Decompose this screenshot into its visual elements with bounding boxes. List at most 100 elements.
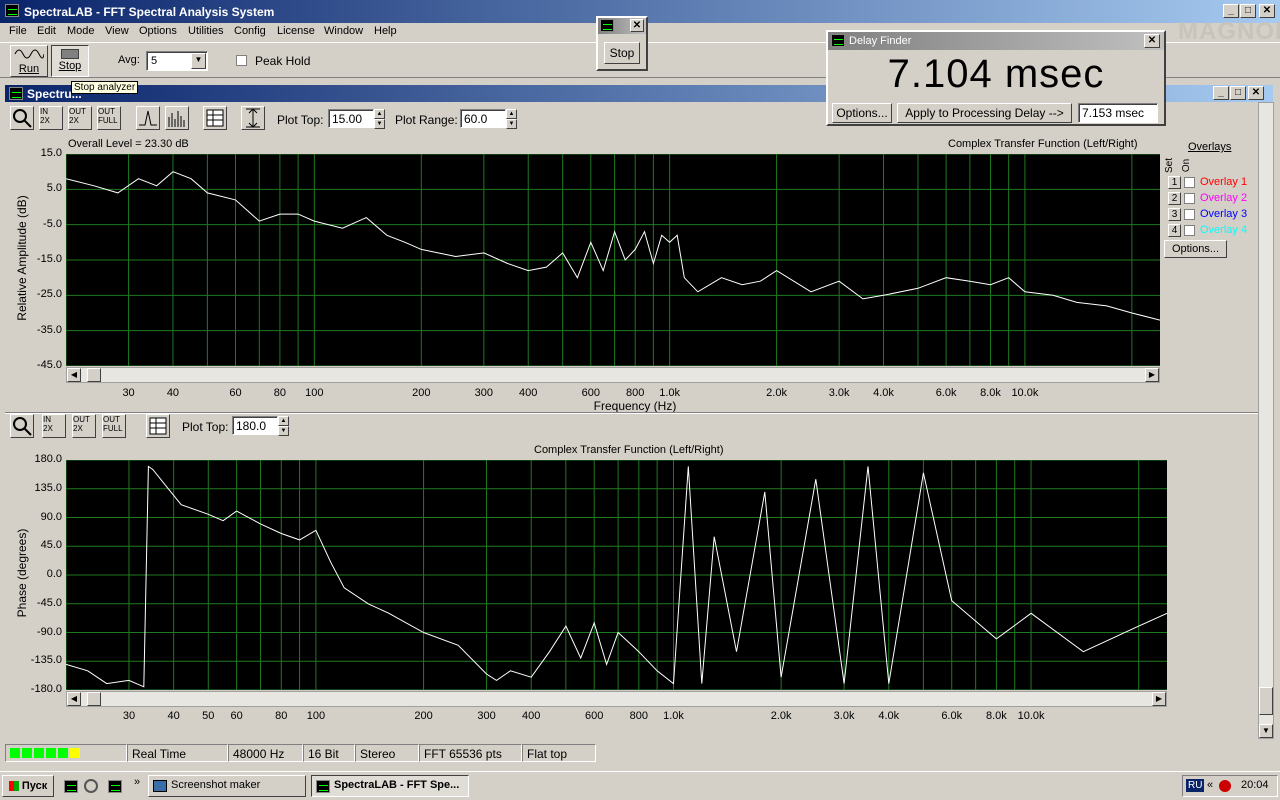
menu-mode[interactable]: Mode — [67, 25, 95, 37]
run-button[interactable]: Run — [10, 45, 48, 77]
x-tick-label: 60 — [229, 387, 242, 399]
spin-down-icon[interactable]: ▼ — [374, 119, 385, 129]
overlay-set-button[interactable]: 4 — [1168, 224, 1181, 237]
tray-expand-icon[interactable]: « — [1207, 779, 1213, 791]
chevron-down-icon[interactable]: ▼ — [191, 53, 206, 69]
menu-window[interactable]: Window — [324, 25, 363, 37]
peak-hold-checkbox[interactable] — [236, 55, 247, 66]
menu-file[interactable]: File — [9, 25, 27, 37]
x-tick-label: 600 — [584, 710, 604, 722]
status-mode: Real Time — [127, 744, 228, 762]
line-plot-icon[interactable] — [136, 106, 160, 130]
close-button[interactable]: ✕ — [1144, 34, 1160, 48]
spin-down-icon[interactable]: ▼ — [278, 426, 289, 436]
phase-scrollbar[interactable]: ◀ ▶ — [66, 691, 1167, 707]
scroll-right-icon[interactable]: ▶ — [1145, 368, 1159, 382]
app-icon — [316, 780, 330, 793]
x-tick-label: 400 — [522, 710, 541, 722]
scroll-down-icon[interactable]: ▼ — [1259, 724, 1273, 738]
start-button[interactable]: Пуск — [2, 775, 54, 797]
amp-scrollbar[interactable]: ◀ ▶ — [66, 367, 1160, 383]
tray-app-icon[interactable] — [1219, 780, 1231, 792]
apply-delay-button[interactable]: Apply to Processing Delay --> — [897, 103, 1072, 123]
menu-help[interactable]: Help — [374, 25, 397, 37]
menu-view[interactable]: View — [105, 25, 129, 37]
zoom-out-2x-icon[interactable]: OUT 2X — [72, 414, 96, 438]
zoom-icon[interactable] — [10, 106, 34, 130]
x-tick-label: 100 — [306, 710, 326, 722]
zoom-in-2x-icon[interactable]: IN 2X — [39, 106, 63, 130]
spin-up-icon[interactable]: ▲ — [506, 109, 517, 119]
overlay-checkbox[interactable] — [1184, 177, 1195, 188]
scroll-thumb[interactable] — [87, 368, 101, 382]
y-tick-label: 135.0 — [34, 481, 62, 494]
scroll-right-icon[interactable]: ▶ — [1152, 692, 1166, 706]
overlay-set-button[interactable]: 1 — [1168, 176, 1181, 189]
overlay-checkbox[interactable] — [1184, 209, 1195, 220]
task-spectralab[interactable]: SpectraLAB - FFT Spe... — [311, 775, 469, 797]
spin-up-icon[interactable]: ▲ — [278, 416, 289, 426]
overlay-checkbox[interactable] — [1184, 225, 1195, 236]
minimize-button[interactable]: _ — [1223, 4, 1239, 18]
close-button[interactable]: ✕ — [1248, 86, 1264, 100]
x-tick-label: 300 — [474, 387, 494, 399]
delay-options-button[interactable]: Options... — [832, 103, 892, 123]
window-vscrollbar[interactable]: ▼ — [1258, 102, 1274, 739]
overlay-set-button[interactable]: 2 — [1168, 192, 1181, 205]
bar-plot-icon[interactable] — [165, 106, 189, 130]
vertical-scale-icon[interactable] — [241, 106, 265, 130]
phase-plot-top-input[interactable]: 180.0 — [232, 416, 278, 435]
close-button[interactable]: ✕ — [1259, 4, 1275, 18]
maximize-button[interactable]: □ — [1240, 4, 1256, 18]
scroll-thumb[interactable] — [87, 692, 101, 706]
overlay-options-button[interactable]: Options... — [1164, 240, 1227, 258]
app-icon — [831, 34, 845, 47]
quicklaunch-icon[interactable] — [108, 780, 122, 793]
x-tick-label: 600 — [581, 387, 600, 399]
processing-delay-field[interactable]: 7.153 msec — [1078, 103, 1158, 123]
popup-stop-button[interactable]: Stop — [604, 42, 640, 64]
y-tick-label: -5.0 — [43, 217, 62, 230]
amplitude-plot[interactable] — [65, 153, 1161, 367]
phase-plot[interactable] — [65, 459, 1168, 691]
menu-license[interactable]: License — [277, 25, 315, 37]
plot-range-input[interactable]: 60.0 — [460, 109, 506, 128]
scroll-left-icon[interactable]: ◀ — [67, 368, 81, 382]
menu-utilities[interactable]: Utilities — [188, 25, 223, 37]
spin-up-icon[interactable]: ▲ — [374, 109, 385, 119]
zoom-out-full-icon[interactable]: OUT FULL — [102, 414, 126, 438]
level-meter — [5, 744, 127, 762]
taskbar: Пуск » Screenshot maker SpectraLAB - FFT… — [0, 771, 1280, 800]
overlay-set-button[interactable]: 3 — [1168, 208, 1181, 221]
chevron-right-icon[interactable]: » — [134, 776, 140, 788]
close-button[interactable]: ✕ — [630, 19, 644, 32]
overlay-checkbox[interactable] — [1184, 193, 1195, 204]
maximize-button[interactable]: □ — [1230, 86, 1246, 100]
stop-button[interactable]: Stop — [51, 45, 89, 77]
zoom-in-2x-icon[interactable]: IN 2X — [42, 414, 66, 438]
menu-edit[interactable]: Edit — [37, 25, 56, 37]
status-fft: FFT 65536 pts — [419, 744, 522, 762]
task-screenshot-maker[interactable]: Screenshot maker — [148, 775, 306, 797]
wave-icon — [14, 49, 45, 59]
system-tray: RU « 20:04 — [1182, 775, 1278, 797]
zoom-out-full-icon[interactable]: OUT FULL — [97, 106, 121, 130]
zoom-out-2x-icon[interactable]: OUT 2X — [68, 106, 92, 130]
language-indicator[interactable]: RU — [1186, 779, 1205, 792]
spin-down-icon[interactable]: ▼ — [506, 119, 517, 129]
avg-select[interactable]: 5 ▼ — [146, 51, 208, 71]
scroll-thumb[interactable] — [1259, 687, 1273, 715]
overlay-label: Overlay 3 — [1200, 208, 1248, 220]
quicklaunch-globe-icon[interactable] — [84, 779, 98, 793]
x-tick-label: 10.0k — [1011, 387, 1039, 399]
menu-options[interactable]: Options — [139, 25, 177, 37]
menu-config[interactable]: Config — [234, 25, 266, 37]
zoom-icon[interactable] — [10, 414, 34, 438]
minimize-button[interactable]: _ — [1213, 86, 1229, 100]
scroll-left-icon[interactable]: ◀ — [67, 692, 81, 706]
plot-top-input[interactable]: 15.00 — [328, 109, 374, 128]
table-icon[interactable] — [146, 414, 170, 438]
overlay-label: Overlay 4 — [1200, 224, 1248, 236]
table-icon[interactable] — [203, 106, 227, 130]
quicklaunch-icon[interactable] — [64, 780, 78, 793]
